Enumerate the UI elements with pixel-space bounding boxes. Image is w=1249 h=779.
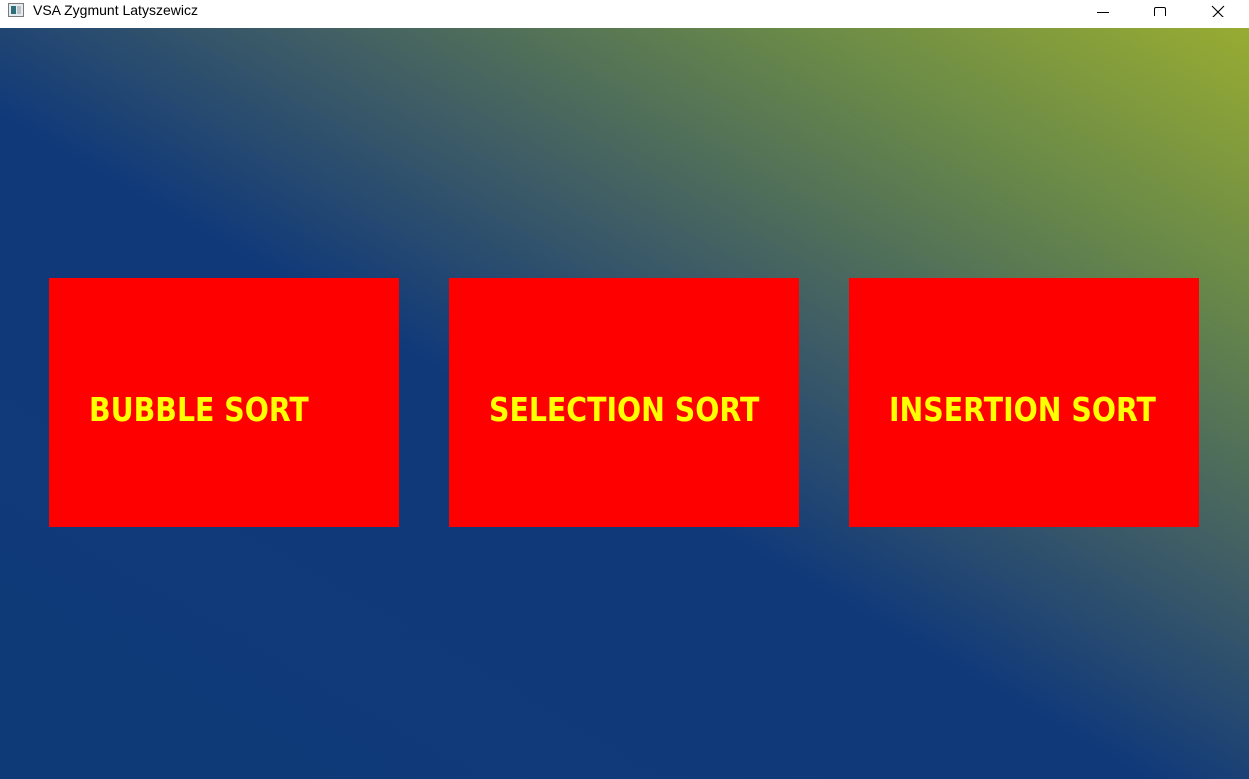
app-icon <box>8 3 24 17</box>
close-icon <box>1211 5 1225 17</box>
bubble-sort-label: BUBBLE SORT <box>89 390 309 429</box>
main-canvas: BUBBLE SORT SELECTION SORT INSERTION SOR… <box>0 28 1249 779</box>
window-title: VSA Zygmunt Latyszewicz <box>33 2 198 18</box>
maximize-button[interactable] <box>1137 0 1183 20</box>
insertion-sort-label: INSERTION SORT <box>889 390 1156 429</box>
title-bar[interactable]: VSA Zygmunt Latyszewicz <box>0 0 1249 28</box>
insertion-sort-button[interactable]: INSERTION SORT <box>849 278 1199 527</box>
selection-sort-label: SELECTION SORT <box>489 390 760 429</box>
bubble-sort-button[interactable]: BUBBLE SORT <box>49 278 399 527</box>
close-button[interactable] <box>1195 0 1241 20</box>
minimize-button[interactable] <box>1080 0 1126 20</box>
minimize-icon <box>1097 12 1109 13</box>
maximize-icon <box>1154 7 1166 16</box>
app-window: VSA Zygmunt Latyszewicz BUBBLE SORT SELE… <box>0 0 1249 779</box>
selection-sort-button[interactable]: SELECTION SORT <box>449 278 799 527</box>
